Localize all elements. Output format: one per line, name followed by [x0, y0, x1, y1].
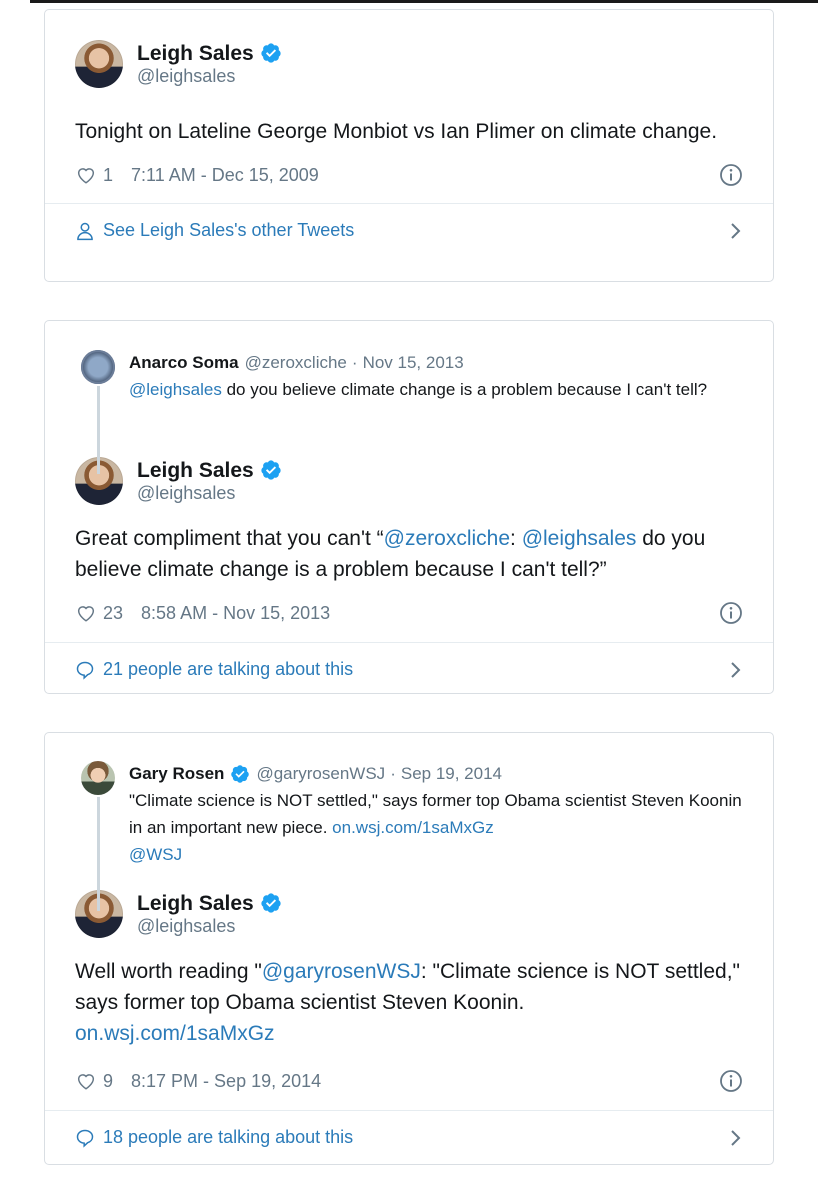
like-count: 9 [103, 1070, 114, 1091]
conversation-link[interactable]: 21 people are talking about this [45, 642, 773, 696]
avatar[interactable] [75, 40, 123, 88]
quoted-display-name[interactable]: Anarco Soma [129, 350, 239, 376]
like-count: 1 [103, 164, 114, 185]
tweet-text: Great compliment that you can't “@zeroxc… [75, 523, 743, 585]
info-icon[interactable] [719, 163, 743, 187]
verified-badge-icon [261, 893, 281, 913]
mention-link[interactable]: @garyrosenWSJ [262, 960, 421, 983]
mention-link[interactable]: @leighsales [129, 380, 222, 399]
footer-label[interactable]: 18 people are talking about this [103, 1127, 353, 1148]
verified-badge-icon [261, 43, 281, 63]
tweet-author[interactable]: Leigh Sales @leighsales [75, 38, 743, 90]
tweet-card-3: Gary Rosen @garyrosenWSJ · Sep 19, 2014 … [44, 732, 774, 1165]
quoted-handle[interactable]: @zeroxcliche [245, 350, 347, 376]
like-count: 23 [103, 602, 124, 623]
chevron-right-icon[interactable] [729, 661, 743, 679]
tweet-card-1: Leigh Sales @leighsales Tonight on Latel… [44, 9, 774, 282]
heart-icon[interactable] [75, 164, 97, 186]
tweet-text: Well worth reading "@garyrosenWSJ: "Clim… [75, 956, 743, 1049]
separator: · [390, 764, 396, 783]
timestamp[interactable]: 8:17 PM - Sep 19, 2014 [131, 1071, 321, 1092]
mention-link[interactable]: @leighsales [522, 527, 637, 550]
tweet-text: Tonight on Lateline George Monbiot vs Ia… [75, 120, 718, 143]
top-rule [0, 0, 818, 3]
text-segment: Well worth reading " [75, 960, 262, 983]
thread-line [97, 797, 100, 911]
timestamp[interactable]: 7:11 AM - Dec 15, 2009 [131, 165, 319, 186]
quoted-date[interactable]: Nov 15, 2013 [363, 350, 464, 376]
display-name[interactable]: Leigh Sales [137, 41, 254, 66]
tweet-meta: 9 8:17 PM - Sep 19, 2014 [75, 1066, 743, 1096]
footer-label[interactable]: See Leigh Sales's other Tweets [103, 220, 354, 241]
info-icon[interactable] [719, 1069, 743, 1093]
text-segment: Great compliment that you can't “ [75, 527, 384, 550]
tweet-author[interactable]: Leigh Sales @leighsales [75, 455, 743, 507]
quoted-header: Anarco Soma @zeroxcliche · Nov 15, 2013 [129, 350, 743, 376]
separator: · [351, 353, 358, 372]
handle[interactable]: @leighsales [137, 66, 282, 88]
chevron-right-icon[interactable] [729, 222, 743, 240]
url-link[interactable]: on.wsj.com/1saMxGz [332, 818, 494, 837]
display-name[interactable]: Leigh Sales [137, 458, 254, 483]
verified-badge-icon [231, 765, 250, 783]
replied-to-tweet[interactable]: Gary Rosen @garyrosenWSJ · Sep 19, 2014 … [75, 761, 743, 911]
handle[interactable]: @leighsales [137, 483, 282, 505]
see-other-tweets-link[interactable]: See Leigh Sales's other Tweets [45, 203, 773, 257]
heart-icon[interactable] [75, 1070, 97, 1092]
quoted-header: Gary Rosen @garyrosenWSJ · Sep 19, 2014 [129, 761, 743, 787]
tweet-meta: 1 7:11 AM - Dec 15, 2009 [75, 160, 743, 190]
quoted-text-body: do you believe climate change is a probl… [221, 380, 708, 399]
display-name[interactable]: Leigh Sales [137, 891, 254, 916]
quoted-text: @leighsales do you believe climate chang… [129, 376, 743, 403]
thread-line [97, 386, 100, 474]
quoted-display-name[interactable]: Gary Rosen [129, 761, 224, 787]
footer-label[interactable]: 21 people are talking about this [103, 659, 353, 680]
quoted-date[interactable]: Sep 19, 2014 [401, 761, 502, 787]
handle[interactable]: @leighsales [137, 916, 282, 938]
avatar[interactable] [81, 761, 115, 795]
verified-badge-icon [261, 460, 281, 480]
tweet-card-2: Anarco Soma @zeroxcliche · Nov 15, 2013 … [44, 320, 774, 694]
tweet-meta: 23 8:58 AM - Nov 15, 2013 [75, 598, 743, 628]
avatar[interactable] [81, 350, 115, 384]
text-segment: : [510, 527, 522, 550]
timestamp[interactable]: 8:58 AM - Nov 15, 2013 [141, 603, 330, 624]
chevron-right-icon[interactable] [729, 1129, 743, 1147]
speech-bubble-icon [76, 1129, 94, 1148]
quoted-handle[interactable]: @garyrosenWSJ [256, 761, 385, 787]
replied-to-tweet[interactable]: Anarco Soma @zeroxcliche · Nov 15, 2013 … [75, 350, 743, 474]
speech-bubble-icon [76, 661, 94, 680]
tweet-author[interactable]: Leigh Sales @leighsales [75, 888, 743, 940]
conversation-link[interactable]: 18 people are talking about this [45, 1110, 773, 1164]
info-icon[interactable] [719, 601, 743, 625]
url-link[interactable]: on.wsj.com/1saMxGz [75, 1022, 275, 1045]
person-icon [77, 222, 93, 240]
quoted-text: "Climate science is NOT settled," says f… [129, 787, 743, 868]
mention-link[interactable]: @zeroxcliche [384, 527, 510, 550]
heart-icon[interactable] [75, 602, 97, 624]
mention-link[interactable]: @WSJ [129, 845, 182, 864]
